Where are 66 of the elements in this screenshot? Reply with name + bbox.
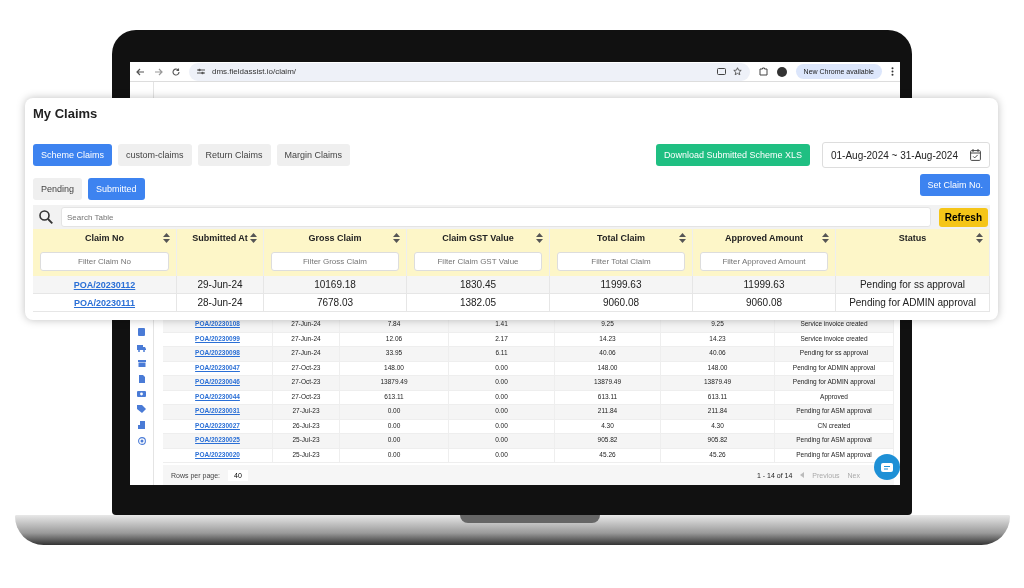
column-header[interactable]: Claim GST Value — [407, 229, 550, 247]
back-icon[interactable] — [136, 67, 145, 76]
column-header[interactable]: Status — [836, 229, 990, 247]
table-cell: 29-Jun-24 — [177, 276, 264, 294]
profile-avatar[interactable] — [776, 66, 787, 77]
column-header[interactable]: Submitted At — [177, 229, 264, 247]
sort-icon[interactable] — [250, 233, 257, 243]
calendar-icon[interactable] — [970, 149, 981, 161]
filter-field[interactable]: Filter Claim GST Value — [414, 252, 542, 271]
refresh-button[interactable]: Refresh — [938, 207, 988, 227]
truck-icon[interactable] — [137, 344, 146, 352]
banknote-icon[interactable] — [137, 391, 146, 397]
sort-icon[interactable] — [163, 233, 170, 243]
chat-icon — [881, 462, 893, 472]
claim-link[interactable]: POA/20230111 — [73, 297, 136, 308]
chat-button[interactable] — [874, 454, 900, 480]
filter-field[interactable]: Filter Gross Claim — [271, 252, 399, 271]
file-icon[interactable] — [138, 375, 145, 383]
table-cell: 10169.18 — [264, 276, 407, 294]
table-cell: 9060.08 — [693, 294, 836, 312]
claim-link[interactable]: POA/20230112 — [73, 279, 136, 290]
table-cell: Pending for ADMIN approval — [836, 294, 990, 312]
claim-type-tab[interactable]: Margin Claims — [276, 144, 351, 166]
table-cell: 11999.63 — [550, 276, 693, 294]
table-cell: 1830.45 — [407, 276, 550, 294]
table-cell: 9060.08 — [550, 294, 693, 312]
return-icon[interactable] — [138, 421, 145, 429]
column-header[interactable]: Claim No — [33, 229, 177, 247]
sort-icon[interactable] — [822, 233, 829, 243]
column-header[interactable]: Approved Amount — [693, 229, 836, 247]
search-field[interactable]: Search Table — [61, 207, 931, 227]
sort-icon[interactable] — [679, 233, 686, 243]
column-header[interactable]: Gross Claim — [264, 229, 407, 247]
table-cell: 28-Jun-24 — [177, 294, 264, 312]
install-icon[interactable] — [716, 67, 726, 76]
archive-icon[interactable] — [137, 360, 146, 367]
star-icon[interactable] — [732, 67, 742, 76]
filter-field[interactable]: Filter Claim No — [40, 252, 169, 271]
table-cell: 1382.05 — [407, 294, 550, 312]
extensions-icon[interactable] — [758, 67, 768, 76]
table-cell: 11999.63 — [693, 276, 836, 294]
status-tab[interactable]: Pending — [33, 178, 83, 200]
sort-icon[interactable] — [393, 233, 400, 243]
set-claim-number-button[interactable]: Set Claim No. — [920, 174, 990, 196]
url-text: dms.fieldassist.io/claim/ — [212, 67, 297, 76]
date-range-field[interactable]: 01-Aug-2024 ~ 31-Aug-2024 — [821, 142, 990, 168]
forward-icon[interactable] — [154, 67, 163, 76]
tag-icon[interactable] — [137, 405, 146, 413]
sort-icon[interactable] — [536, 233, 543, 243]
claim-type-tab[interactable]: custom-claims — [118, 144, 192, 166]
filter-field[interactable]: Filter Total Claim — [557, 252, 685, 271]
site-settings-icon[interactable] — [197, 68, 205, 75]
filter-field[interactable]: Filter Approved Amount — [700, 252, 828, 271]
more-icon[interactable] — [891, 67, 894, 76]
claim-type-tab[interactable]: Scheme Claims — [33, 144, 113, 166]
sort-icon[interactable] — [976, 233, 983, 243]
target-icon[interactable] — [137, 437, 146, 445]
table-cell: Pending for ss approval — [836, 276, 990, 294]
search-icon — [39, 210, 53, 224]
status-tab[interactable]: Submitted — [88, 178, 145, 200]
column-header[interactable]: Total Claim — [550, 229, 693, 247]
reload-icon[interactable] — [172, 67, 180, 76]
panel-title: My Claims — [33, 106, 99, 123]
claim-type-tab[interactable]: Return Claims — [197, 144, 271, 166]
table-cell: 7678.03 — [264, 294, 407, 312]
address-bar[interactable]: dms.fieldassist.io/claim/ — [189, 62, 750, 81]
